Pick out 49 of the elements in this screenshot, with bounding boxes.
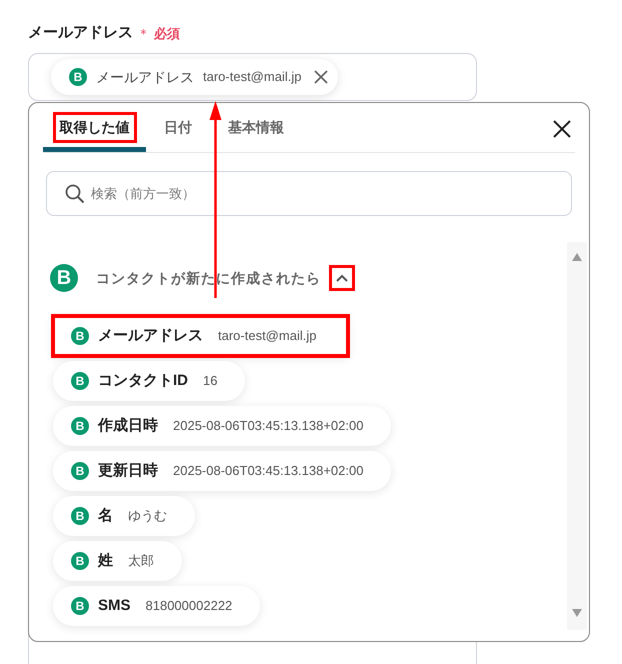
close-icon[interactable] [553, 120, 571, 138]
value-item[interactable]: B メールアドレス taro-test@mail.jp [53, 316, 348, 356]
tab[interactable]: 基本情報 [228, 103, 284, 152]
item-value: taro-test@mail.jp [218, 327, 316, 346]
value-item[interactable]: B 名 ゆうむ [53, 496, 195, 536]
search-field[interactable]: 検索（前方一致） [46, 171, 572, 216]
app-logo-icon: B [69, 68, 87, 86]
item-name: 姓 [98, 550, 113, 571]
item-value: 818000002222 [146, 597, 232, 616]
item-name: 更新日時 [98, 460, 158, 481]
item-name: メールアドレス [98, 326, 203, 346]
field-label: メールアドレス [28, 23, 133, 43]
item-name: SMS [98, 596, 131, 616]
search-icon [65, 184, 85, 204]
required-mark: ＊ [137, 24, 150, 42]
item-value: 2025-08-06T03:45:13.138+02:00 [173, 462, 364, 480]
app-logo-icon: B [71, 552, 89, 570]
chip-value: taro-test@mail.jp [203, 68, 302, 86]
value-chip[interactable]: B メールアドレス taro-test@mail.jp [51, 59, 338, 95]
scrollbar[interactable] [567, 242, 587, 630]
value-item[interactable]: B SMS 818000002222 [53, 586, 260, 626]
app-logo-icon: B [71, 507, 89, 525]
value-item[interactable]: B 姓 太郎 [53, 541, 182, 581]
app-logo-icon: B [50, 264, 78, 292]
app-logo-icon: B [71, 327, 89, 345]
search-input[interactable]: 検索（前方一致） [91, 184, 571, 204]
item-value: 16 [203, 372, 218, 390]
group-title: コンタクトが新たに作成されたら [96, 268, 321, 288]
item-value: ゆうむ [128, 507, 167, 526]
app-logo-icon: B [71, 462, 89, 480]
app-logo-icon: B [71, 372, 89, 390]
app-logo-icon: B [71, 597, 89, 615]
email-field[interactable]: B メールアドレス taro-test@mail.jp [28, 53, 477, 101]
value-item[interactable]: B 作成日時 2025-08-06T03:45:13.138+02:00 [53, 406, 392, 446]
scroll-down-icon[interactable] [571, 608, 583, 618]
collapse-icon[interactable] [329, 265, 355, 291]
required-label: 必須 [154, 24, 180, 42]
item-value: 2025-08-06T03:45:13.138+02:00 [173, 417, 364, 436]
item-name: 名 [98, 506, 113, 526]
item-name: 作成日時 [98, 416, 158, 436]
value-item[interactable]: B コンタクトID 16 [53, 361, 246, 401]
chip-name: メールアドレス [96, 68, 194, 86]
value-item[interactable]: B 更新日時 2025-08-06T03:45:13.138+02:00 [53, 451, 392, 491]
scroll-up-icon[interactable] [571, 252, 583, 262]
remove-icon[interactable] [314, 70, 328, 84]
item-value: 太郎 [128, 552, 154, 570]
tab[interactable]: 日付 [164, 103, 192, 152]
app-logo-icon: B [71, 417, 89, 435]
item-name: コンタクトID [98, 370, 188, 391]
